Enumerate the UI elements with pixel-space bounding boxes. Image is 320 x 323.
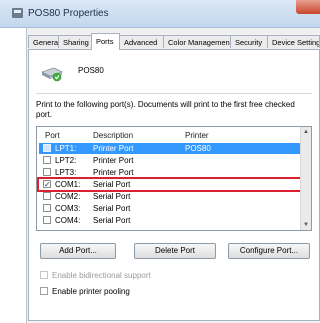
- column-header-port[interactable]: Port: [45, 131, 60, 140]
- column-header-printer[interactable]: Printer: [185, 131, 209, 140]
- port-checkbox[interactable]: [43, 156, 51, 164]
- port-list-header: Port Description Printer: [37, 127, 301, 142]
- port-description: Serial Port: [93, 180, 131, 189]
- scroll-up-arrow-icon[interactable]: ▲: [303, 129, 309, 135]
- title-bar: POS80 Properties: [0, 0, 320, 28]
- port-description: Serial Port: [93, 216, 131, 225]
- tab-color-management[interactable]: Color Management: [163, 35, 232, 48]
- port-printer: POS80: [185, 144, 211, 153]
- column-header-description[interactable]: Description: [93, 131, 133, 140]
- port-name: COM2:: [55, 192, 81, 201]
- tab-sharing[interactable]: Sharing: [58, 35, 92, 48]
- port-checkbox[interactable]: [43, 216, 51, 224]
- port-description: Serial Port: [93, 192, 131, 201]
- close-button[interactable]: [296, 0, 320, 14]
- configure-port-button[interactable]: Configure Port...: [228, 243, 310, 259]
- tab-device-settings[interactable]: Device Settings: [267, 35, 320, 48]
- port-name: LPT3:: [55, 168, 77, 177]
- port-description: Printer Port: [93, 144, 134, 153]
- scroll-down-arrow-icon[interactable]: ▼: [303, 222, 309, 228]
- port-checkbox[interactable]: [43, 204, 51, 212]
- port-checkbox[interactable]: [43, 144, 51, 152]
- bidirectional-label: Enable bidirectional support: [52, 271, 151, 280]
- printer-pooling-label: Enable printer pooling: [52, 287, 130, 296]
- port-name: LPT1:: [55, 144, 77, 153]
- port-name: COM1:: [55, 180, 81, 189]
- port-row-lpt2[interactable]: LPT2: Printer Port: [39, 155, 301, 166]
- port-row-com4[interactable]: COM4: Serial Port: [39, 215, 301, 226]
- window-title: POS80 Properties: [28, 8, 109, 19]
- port-list-scrollbar[interactable]: ▲ ▼: [300, 127, 311, 230]
- tab-ports[interactable]: Ports: [91, 33, 120, 50]
- port-row-lpt1[interactable]: LPT1: Printer Port POS80: [39, 143, 301, 154]
- port-name: COM4:: [55, 216, 81, 225]
- port-checkbox[interactable]: [43, 192, 51, 200]
- tab-general[interactable]: General: [28, 35, 60, 48]
- port-checkbox-checked[interactable]: ✓: [43, 180, 51, 189]
- port-name: LPT2:: [55, 156, 77, 165]
- port-description: Printer Port: [93, 168, 134, 177]
- instructions-text: Print to the following port(s). Document…: [36, 100, 295, 119]
- printer-pooling-checkbox[interactable]: [40, 287, 48, 295]
- printer-name: POS80: [78, 66, 104, 75]
- printer-icon: [41, 67, 63, 82]
- bidirectional-checkbox[interactable]: [40, 271, 48, 279]
- port-row-com1[interactable]: ✓ COM1: Serial Port: [37, 177, 303, 192]
- port-description: Printer Port: [93, 156, 134, 165]
- add-port-button[interactable]: Add Port...: [40, 243, 116, 259]
- tab-advanced[interactable]: Advanced: [119, 35, 164, 48]
- port-row-com3[interactable]: COM3: Serial Port: [39, 203, 301, 214]
- divider: [36, 93, 312, 94]
- port-row-lpt3[interactable]: LPT3: Printer Port: [39, 167, 301, 178]
- port-description: Serial Port: [93, 204, 131, 213]
- port-name: COM3:: [55, 204, 81, 213]
- printer-properties-icon: [12, 8, 23, 18]
- tab-security[interactable]: Security: [230, 35, 268, 48]
- delete-port-button[interactable]: Delete Port: [134, 243, 216, 259]
- port-row-com2[interactable]: COM2: Serial Port: [39, 191, 301, 202]
- port-list[interactable]: Port Description Printer LPT1: Printer P…: [36, 126, 312, 231]
- port-checkbox[interactable]: [43, 168, 51, 176]
